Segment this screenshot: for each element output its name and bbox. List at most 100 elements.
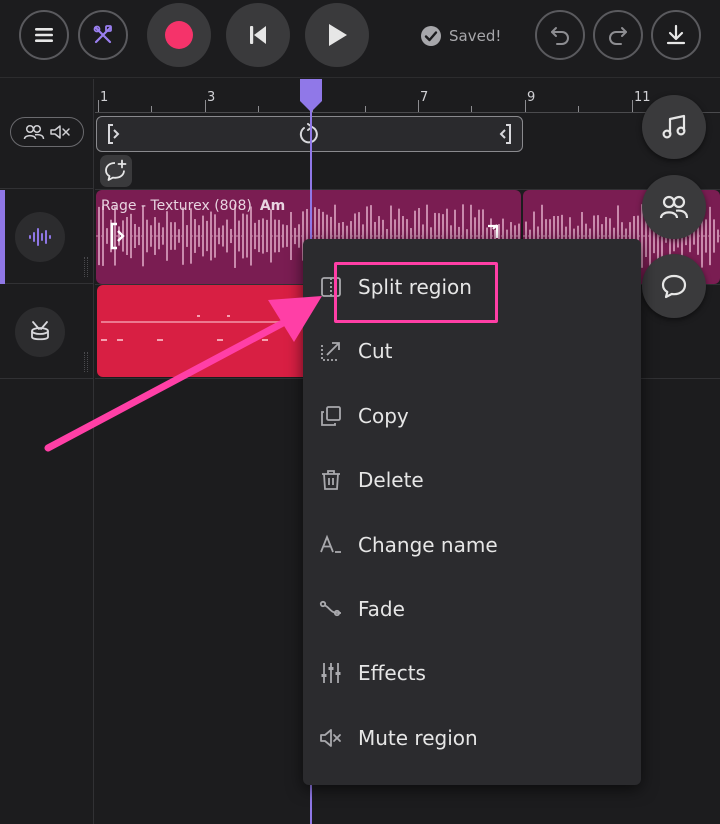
menu-item-change-name[interactable]: Change name (303, 521, 641, 569)
music-note-icon (662, 114, 686, 139)
playhead-marker-icon[interactable] (299, 79, 323, 112)
waveform-bar (705, 219, 707, 253)
region-key: Am (259, 198, 286, 214)
instruments-button[interactable] (642, 95, 706, 159)
play-button[interactable] (305, 3, 369, 67)
menu-item-fade[interactable]: Fade (303, 585, 641, 633)
loop-start-handle-icon[interactable] (107, 123, 123, 145)
record-icon (165, 21, 193, 49)
skip-back-button[interactable] (226, 3, 290, 67)
ruler-tick (525, 100, 526, 112)
waveform-icon (29, 228, 51, 246)
waveform-bar (138, 226, 140, 246)
add-comment-button[interactable] (100, 155, 132, 187)
ruler-tick (471, 106, 472, 112)
bar-number: 11 (634, 90, 651, 105)
annotation-highlight-box (334, 262, 498, 323)
menu-item-label: Mute region (358, 726, 478, 750)
cut-icon (321, 342, 340, 361)
collaborators-button[interactable] (642, 175, 706, 239)
ruler-tick (205, 100, 206, 112)
bar-number: 3 (207, 90, 216, 105)
waveform-bar (238, 220, 240, 252)
chat-bubble-icon (661, 274, 687, 299)
copy-icon (321, 406, 341, 426)
save-status: Saved! (420, 23, 501, 49)
ruler-tick (632, 100, 633, 112)
menu-button[interactable] (19, 10, 69, 60)
waveform-bar (218, 227, 220, 245)
drum-region[interactable] (97, 285, 322, 377)
track-icon-button[interactable] (15, 307, 65, 357)
undo-button[interactable] (535, 10, 585, 60)
waveform-bar (198, 225, 200, 247)
resize-handle[interactable] (84, 352, 88, 372)
region-trim-start-icon[interactable] (110, 222, 128, 250)
saved-label: Saved! (449, 27, 502, 45)
users-icon (659, 195, 689, 219)
region-name: Rage - Texturex (808) Am (101, 198, 286, 214)
skip-back-icon (250, 26, 266, 44)
waveform-bar (174, 222, 176, 250)
record-button[interactable] (147, 3, 211, 67)
download-icon (666, 24, 686, 45)
menu-item-cut[interactable]: Cut (303, 327, 641, 375)
chat-button[interactable] (642, 254, 706, 318)
bar-number: 1 (100, 90, 109, 105)
resize-handle[interactable] (84, 257, 88, 277)
menu-item-label: Change name (358, 533, 498, 557)
download-button[interactable] (651, 10, 701, 60)
menu-item-label: Copy (358, 404, 409, 428)
top-toolbar: Saved! (0, 0, 720, 78)
loop-end-handle-icon[interactable] (496, 123, 512, 145)
sliders-icon (321, 663, 341, 683)
region-loop-handle-icon[interactable] (484, 222, 502, 240)
play-icon (329, 24, 347, 46)
loop-icon[interactable] (298, 123, 320, 145)
waveform-bar (158, 222, 160, 250)
waveform-bar (294, 227, 296, 245)
sidebar-top (0, 79, 94, 189)
bar-number: 9 (527, 90, 536, 105)
collaborators-mute-toggle[interactable] (10, 117, 84, 147)
track-header-808[interactable] (0, 190, 94, 284)
ruler-tick (578, 106, 579, 112)
undo-icon (551, 27, 569, 45)
ruler-tick (418, 100, 419, 112)
waveform-bar (214, 214, 216, 258)
bar-ruler[interactable]: 1 3 7 9 11 (95, 79, 720, 113)
menu-item-mute-region[interactable]: Mute region (303, 714, 641, 762)
menu-item-delete[interactable]: Delete (303, 456, 641, 504)
ruler-tick (258, 106, 259, 112)
waveform-bar (254, 222, 256, 250)
menu-item-label: Effects (358, 661, 426, 685)
redo-button[interactable] (593, 10, 643, 60)
ruler-tick (151, 106, 152, 112)
check-circle-icon (421, 26, 441, 46)
ruler-tick (98, 100, 99, 112)
ruler-tick (365, 106, 366, 112)
waveform-bar (154, 217, 156, 255)
menu-item-label: Fade (358, 597, 405, 621)
speaker-mute-icon (50, 125, 70, 139)
fade-icon (319, 600, 341, 617)
waveform-bar (274, 219, 276, 253)
menu-item-copy[interactable]: Copy (303, 392, 641, 440)
trash-icon (322, 470, 340, 490)
waveform-bar (134, 223, 136, 249)
waveform-bar (178, 229, 180, 243)
tools-button[interactable] (78, 10, 128, 60)
mute-icon (320, 729, 341, 747)
menu-item-effects[interactable]: Effects (303, 649, 641, 697)
drum-pattern (101, 315, 311, 341)
users-icon (23, 124, 45, 140)
add-comment-icon (105, 159, 127, 181)
waveform-bar (278, 219, 280, 253)
hamburger-icon (35, 28, 53, 42)
menu-item-label: Cut (358, 339, 393, 363)
waveform-bar (194, 219, 196, 253)
waveform-bar (258, 219, 260, 253)
track-icon-button[interactable] (15, 212, 65, 262)
menu-item-label: Delete (358, 468, 424, 492)
track-header-drums[interactable] (0, 285, 94, 379)
